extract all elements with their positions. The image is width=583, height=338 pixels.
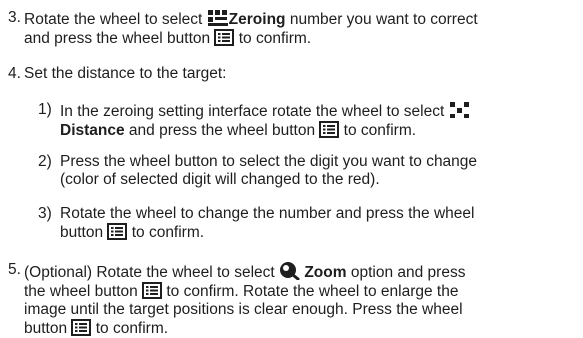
sub-step-number: 3) <box>38 205 52 222</box>
zoom-icon <box>280 262 300 280</box>
step-number: 4. <box>8 65 21 82</box>
step-text: Set the distance to the target: <box>24 65 227 82</box>
zeroing-label: Zeroing <box>228 11 286 28</box>
step-number: 3. <box>8 9 21 26</box>
sub-step-text: Rotate the wheel to change the number an… <box>60 205 475 241</box>
menu-button-icon <box>71 319 92 336</box>
sub-step-number: 2) <box>38 153 52 170</box>
zeroing-icon <box>207 10 228 26</box>
distance-icon <box>449 102 469 118</box>
menu-button-icon <box>142 282 163 299</box>
menu-button-icon <box>214 29 235 46</box>
distance-label: Distance <box>60 122 125 139</box>
sub-step-number: 1) <box>38 101 52 118</box>
step-number: 5. <box>8 261 21 278</box>
sub-step-text: Press the wheel button to select the dig… <box>60 153 478 188</box>
manual-page: 3. Rotate the wheel to select Zeroing nu… <box>0 0 583 337</box>
menu-button-icon <box>319 121 340 138</box>
menu-button-icon <box>107 223 128 240</box>
zoom-label: Zoom <box>304 264 347 281</box>
step-text: (Optional) Rotate the wheel to select Zo… <box>24 261 565 338</box>
step-text: Rotate the wheel to select Zeroing numbe… <box>24 10 478 47</box>
sub-step-text: In the zeroing setting interface rotate … <box>60 101 565 140</box>
